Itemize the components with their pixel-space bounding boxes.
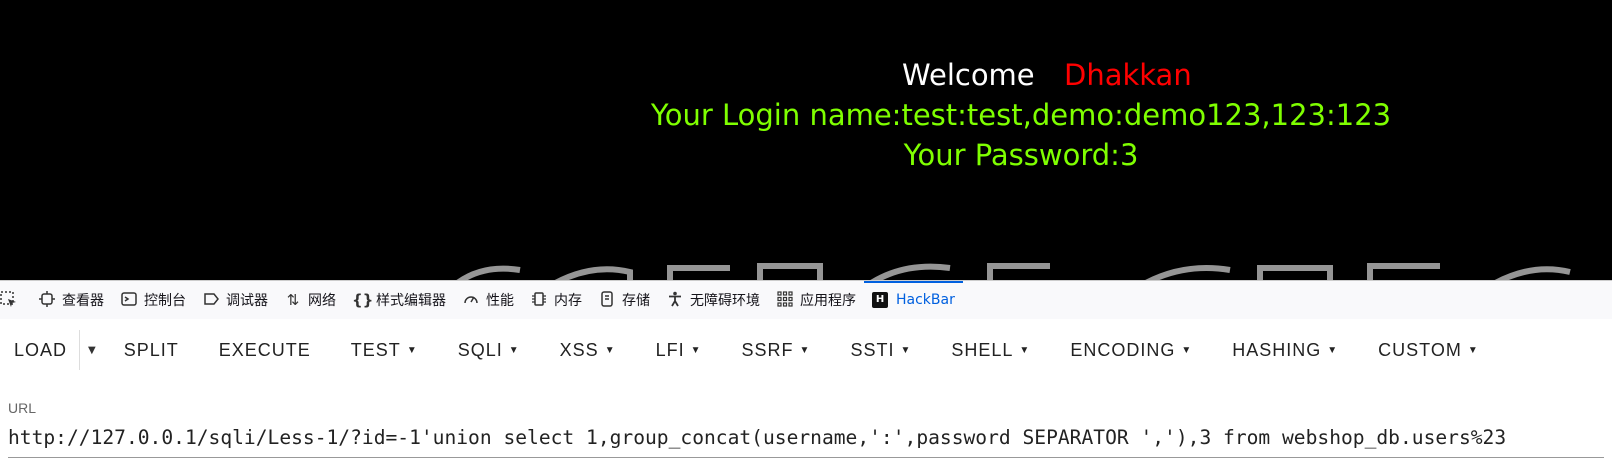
console-icon (120, 291, 138, 309)
caret-down-icon: ▼ (1467, 344, 1479, 356)
tab-performance[interactable]: 性能 (454, 281, 522, 319)
tab-label: 无障碍环境 (690, 293, 760, 309)
tab-console[interactable]: 控制台 (112, 281, 194, 319)
tab-debugger[interactable]: 调试器 (194, 281, 276, 319)
tab-application[interactable]: 应用程序 (768, 281, 864, 319)
password-text: Your Password:3 (903, 138, 1139, 172)
caret-down-icon: ▼ (799, 344, 811, 356)
button-label: LFI (655, 339, 685, 360)
hashing-menu-button[interactable]: HASHING ▼ (1212, 330, 1358, 370)
caret-down-icon: ▼ (900, 344, 912, 356)
split-button[interactable]: SPLIT (104, 330, 199, 370)
pick-element-button[interactable] (0, 281, 30, 319)
tab-label: 样式编辑器 (376, 293, 446, 309)
button-label: SHELL (951, 339, 1014, 360)
tab-label: HackBar (896, 292, 955, 308)
execute-button[interactable]: EXECUTE (199, 330, 331, 370)
caret-down-icon: ▼ (508, 344, 520, 356)
tab-label: 应用程序 (800, 293, 856, 309)
tab-label: 查看器 (62, 293, 104, 309)
button-label: TEST (350, 339, 401, 360)
login-name-text: Your Login name:test:test,demo:demo123,1… (650, 98, 1392, 132)
url-input[interactable]: http://127.0.0.1/sqli/Less-1/?id=-1'unio… (8, 426, 1506, 449)
pick-element-icon (0, 291, 18, 309)
button-label: SSTI (850, 339, 895, 360)
button-label: HASHING (1232, 339, 1322, 360)
tab-label: 调试器 (226, 293, 268, 309)
tab-hackbar[interactable]: H HackBar (864, 281, 963, 319)
debugger-icon (202, 291, 220, 309)
tab-label: 内存 (554, 293, 582, 309)
tab-storage[interactable]: 存储 (590, 281, 658, 319)
lfi-menu-button[interactable]: LFI ▼ (636, 330, 722, 370)
load-dropdown-button[interactable]: ▼ (79, 330, 104, 370)
shell-menu-button[interactable]: SHELL ▼ (931, 330, 1050, 370)
xss-menu-button[interactable]: XSS ▼ (540, 330, 636, 370)
welcome-text: Welcome (902, 58, 1035, 92)
load-button[interactable]: LOAD (0, 330, 79, 370)
button-label: SQLI (457, 339, 503, 360)
tab-accessibility[interactable]: 无障碍环境 (658, 281, 768, 319)
caret-down-icon: ▼ (406, 344, 418, 356)
encoding-menu-button[interactable]: ENCODING ▼ (1050, 330, 1212, 370)
network-icon: ⇅ (286, 291, 300, 309)
user-name-text: Dhakkan (1064, 58, 1192, 92)
tab-inspector[interactable]: 查看器 (30, 281, 112, 319)
caret-down-icon: ▼ (1327, 344, 1339, 356)
accessibility-icon (666, 291, 684, 309)
url-field-label: URL (8, 400, 37, 416)
ssti-menu-button[interactable]: SSTI ▼ (830, 330, 931, 370)
memory-icon (530, 291, 548, 309)
tab-network[interactable]: ⇅ 网络 (276, 281, 344, 319)
tab-label: 控制台 (144, 293, 186, 309)
storage-icon (598, 291, 616, 309)
button-label: SSRF (741, 339, 794, 360)
test-menu-button[interactable]: TEST ▼ (331, 330, 438, 370)
sqli-menu-button[interactable]: SQLI ▼ (438, 330, 540, 370)
web-page-view: Welcome Dhakkan Your Login name:test:tes… (0, 0, 1612, 280)
button-label: CUSTOM (1378, 339, 1462, 360)
custom-menu-button[interactable]: CUSTOM ▼ (1358, 330, 1499, 370)
tab-style-editor[interactable]: {} 样式编辑器 (344, 281, 454, 319)
hackbar-icon: H (872, 292, 888, 308)
caret-down-icon: ▼ (604, 344, 616, 356)
ssrf-menu-button[interactable]: SSRF ▼ (722, 330, 831, 370)
caret-down-icon: ▼ (88, 344, 96, 356)
caret-down-icon: ▼ (1019, 344, 1031, 356)
tab-label: 性能 (486, 293, 514, 309)
caret-down-icon: ▼ (1181, 344, 1193, 356)
tab-memory[interactable]: 内存 (522, 281, 590, 319)
devtools-tab-bar: 查看器 控制台 调试器 ⇅ 网络 {} 样式编辑器 性能 内存 存储 无障碍环境… (0, 280, 1612, 320)
tab-label: 网络 (308, 293, 336, 309)
url-input-underline (8, 457, 1604, 458)
caret-down-icon: ▼ (690, 344, 702, 356)
button-label: XSS (559, 339, 599, 360)
background-banner-art (456, 263, 1571, 280)
inspector-icon (38, 291, 56, 309)
application-icon (776, 291, 794, 309)
hackbar-toolbar: LOAD ▼ SPLIT EXECUTE TEST ▼ SQLI ▼ XSS ▼ LF… (0, 319, 1612, 381)
style-editor-icon: {} (352, 291, 374, 309)
performance-icon (462, 291, 480, 309)
button-label: ENCODING (1070, 339, 1176, 360)
tab-label: 存储 (622, 293, 650, 309)
